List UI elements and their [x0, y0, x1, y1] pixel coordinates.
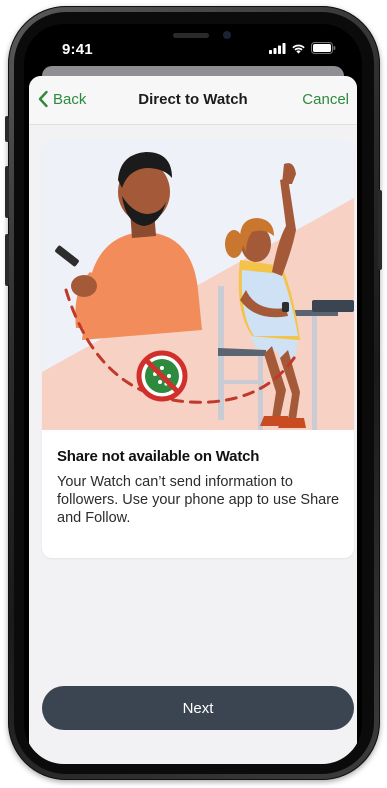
status-icons	[269, 42, 336, 54]
card-title: Share not available on Watch	[57, 448, 260, 465]
phone-volume-down	[5, 234, 9, 286]
share-unavailable-illustration	[42, 140, 354, 430]
info-card: Share not available on Watch Your Watch …	[42, 140, 354, 558]
navigation-bar: Back Direct to Watch Cancel	[29, 76, 357, 125]
phone-silent-switch	[5, 116, 9, 142]
cellular-signal-icon	[269, 42, 286, 54]
wifi-icon	[292, 44, 305, 54]
prohibited-share-icon	[136, 350, 188, 402]
card-description: Your Watch can’t send information to fol…	[57, 474, 340, 526]
notch	[119, 24, 267, 54]
phone-power-button	[378, 190, 382, 270]
front-camera	[223, 31, 231, 39]
next-button-label: Next	[182, 699, 214, 717]
next-button[interactable]: Next	[42, 686, 354, 730]
phone-screen: 9:41 Back Direct to Watch Cancel Share n…	[24, 24, 362, 764]
earpiece-speaker	[173, 33, 209, 38]
status-time: 9:41	[62, 41, 93, 58]
battery-icon	[311, 42, 336, 54]
modal-sheet: Back Direct to Watch Cancel Share not av…	[29, 76, 357, 764]
cancel-button[interactable]: Cancel	[302, 91, 349, 108]
phone-volume-up	[5, 166, 9, 218]
